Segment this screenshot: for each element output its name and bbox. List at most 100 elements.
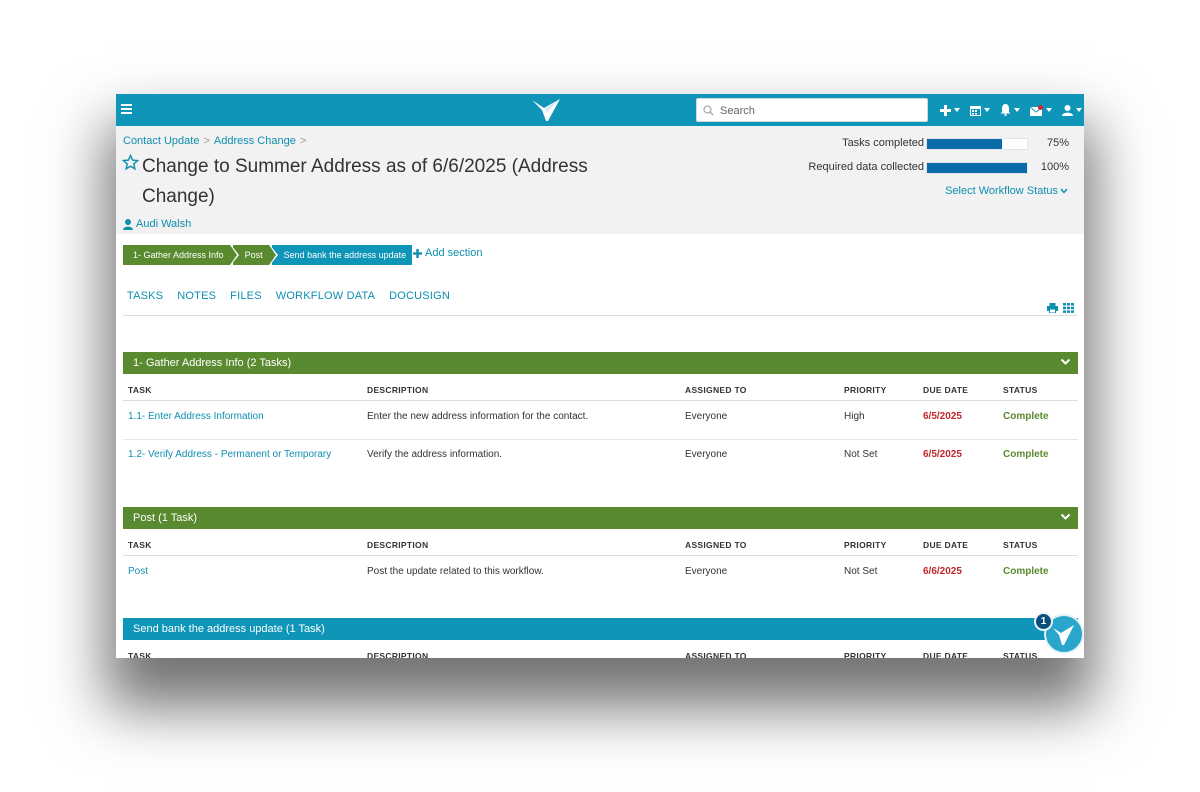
table-header: TASK DESCRIPTION ASSIGNED TO PRIORITY DU… <box>123 643 1078 658</box>
table-row: 1.1- Enter Address Information Enter the… <box>123 402 1078 440</box>
breadcrumb-link[interactable]: Contact Update <box>123 135 199 147</box>
add-menu-button[interactable] <box>940 104 960 116</box>
table-row: Post Post the update related to this wor… <box>123 557 1078 595</box>
workflow-status-label: Select Workflow Status <box>945 185 1058 197</box>
top-icon-group <box>930 94 1084 126</box>
table-header: TASK DESCRIPTION ASSIGNED TO PRIORITY DU… <box>123 532 1078 556</box>
section-step-active[interactable]: Send bank the address update <box>271 245 413 265</box>
column-header: DESCRIPTION <box>367 385 429 395</box>
task-status: Complete <box>1003 411 1049 422</box>
task-group-title: Post (1 Task) <box>133 512 197 524</box>
workflow-header: Contact Update > Address Change > Change to… <box>116 126 1084 234</box>
task-group-header[interactable]: Post (1 Task) <box>123 507 1078 529</box>
chevron-down-icon <box>1076 108 1082 112</box>
owner-link[interactable]: Audi Walsh <box>123 218 191 230</box>
column-header: ASSIGNED TO <box>685 651 747 658</box>
star-icon[interactable] <box>122 154 139 171</box>
metric-percent: 100% <box>1040 161 1069 173</box>
table-header: TASK DESCRIPTION ASSIGNED TO PRIORITY DU… <box>123 377 1078 401</box>
task-group-title: 1- Gather Address Info (2 Tasks) <box>133 357 292 369</box>
column-header: ASSIGNED TO <box>685 385 747 395</box>
column-header: ASSIGNED TO <box>685 540 747 550</box>
task-link[interactable]: 1.1- Enter Address Information <box>128 411 264 422</box>
column-header: TASK <box>128 651 152 658</box>
progress-bar <box>926 138 1028 150</box>
chevron-down-icon <box>1060 188 1068 194</box>
tab-workflow-data[interactable]: WORKFLOW DATA <box>276 290 375 302</box>
user-icon <box>1062 104 1073 116</box>
metric-label: Required data collected <box>808 161 924 173</box>
search-input[interactable] <box>720 102 920 119</box>
chevron-down-icon <box>1014 108 1020 112</box>
column-header: STATUS <box>1003 651 1038 658</box>
breadcrumb-separator: > <box>299 135 307 147</box>
chevron-down-icon[interactable] <box>1060 513 1071 521</box>
mail-icon <box>1030 104 1043 116</box>
section-progress-bar: 1- Gather Address Info Post Send bank th… <box>123 245 413 265</box>
workflow-tabs: TASKS NOTES FILES WORKFLOW DATA DOCUSIGN <box>127 290 464 302</box>
logo-icon[interactable] <box>530 97 564 123</box>
page-title: Change to Summer Address as of 6/6/2025 … <box>142 156 588 207</box>
add-section-label: Add section <box>425 247 483 259</box>
menu-icon[interactable] <box>121 104 132 114</box>
tab-docusign[interactable]: DOCUSIGN <box>389 290 450 302</box>
column-header: PRIORITY <box>844 540 887 550</box>
tab-notes[interactable]: NOTES <box>177 290 216 302</box>
section-step[interactable]: 1- Gather Address Info <box>123 245 239 265</box>
top-navigation-bar <box>116 94 1084 126</box>
task-due-date: 6/5/2025 <box>923 449 962 460</box>
search-icon <box>703 105 714 116</box>
calendar-menu-button[interactable] <box>970 105 990 116</box>
task-status: Complete <box>1003 566 1049 577</box>
plus-icon <box>413 248 422 258</box>
add-section-button[interactable]: Add section <box>413 247 482 259</box>
owner-name: Audi Walsh <box>136 218 192 230</box>
task-description: Verify the address information. <box>367 449 503 460</box>
metric-label: Tasks completed <box>842 137 924 149</box>
task-description: Post the update related to this workflow… <box>367 566 544 577</box>
app-window: Contact Update>Address Change> Change to… <box>116 94 1084 658</box>
notifications-button[interactable] <box>1000 104 1020 116</box>
task-link[interactable]: Post <box>128 566 148 577</box>
notification-badge[interactable]: 1 <box>1034 612 1053 631</box>
task-priority: High <box>844 411 865 422</box>
task-assignee: Everyone <box>685 566 728 577</box>
progress-bar <box>926 162 1028 174</box>
tab-tasks[interactable]: TASKS <box>127 290 163 302</box>
task-link[interactable]: 1.2- Verify Address - Permanent or Tempo… <box>128 449 331 460</box>
column-header: PRIORITY <box>844 385 887 395</box>
progress-bar-fill <box>927 163 1027 173</box>
task-group-header[interactable]: 1- Gather Address Info (2 Tasks) <box>123 352 1078 374</box>
task-group-title: Send bank the address update (1 Task) <box>133 623 325 635</box>
column-header: DUE DATE <box>923 385 969 395</box>
chevron-down-icon[interactable] <box>1060 358 1071 366</box>
tab-files[interactable]: FILES <box>230 290 262 302</box>
workflow-status-dropdown[interactable]: Select Workflow Status <box>945 185 1068 197</box>
task-group-header[interactable]: Send bank the address update (1 Task) <box>123 618 1078 640</box>
divider <box>123 315 1078 316</box>
breadcrumb: Contact Update > Address Change > <box>123 135 310 147</box>
section-step-label: Send bank the address update <box>283 250 407 260</box>
messages-button[interactable] <box>1030 104 1052 116</box>
progress-bar-fill <box>927 139 1002 149</box>
title-row: Change to Summer Address as of 6/6/2025 … <box>122 152 592 212</box>
plus-icon <box>940 104 951 116</box>
column-header: DESCRIPTION <box>367 651 429 658</box>
user-menu-button[interactable] <box>1062 104 1082 116</box>
task-due-date: 6/6/2025 <box>923 566 962 577</box>
chevron-down-icon <box>954 108 960 112</box>
calendar-icon <box>970 105 981 116</box>
column-header: DUE DATE <box>923 540 969 550</box>
search-box[interactable] <box>696 98 928 122</box>
task-priority: Not Set <box>844 449 878 460</box>
task-description: Enter the new address information for th… <box>367 411 589 422</box>
section-step-label: 1- Gather Address Info <box>133 250 224 260</box>
table-row: 1.2- Verify Address - Permanent or Tempo… <box>123 440 1078 478</box>
task-due-date: 6/5/2025 <box>923 411 962 422</box>
metric-percent: 75% <box>1046 137 1069 149</box>
task-status: Complete <box>1003 449 1049 460</box>
task-assignee: Everyone <box>685 449 728 460</box>
column-header: STATUS <box>1003 385 1038 395</box>
breadcrumb-link[interactable]: Address Change <box>214 135 296 147</box>
user-icon <box>123 218 133 230</box>
